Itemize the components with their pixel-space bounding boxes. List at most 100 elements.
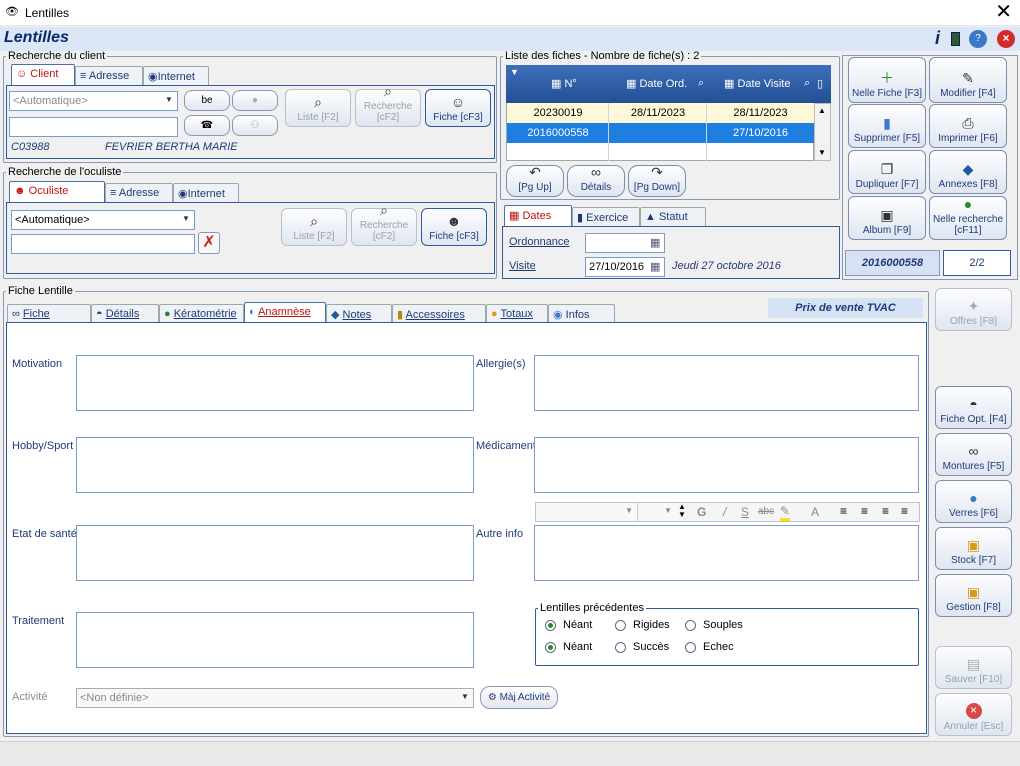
- tab-notes[interactable]: ◆ Notes: [326, 304, 392, 323]
- tab-fiche[interactable]: ∞ Fiche: [7, 304, 91, 323]
- column-number[interactable]: ▦ N°: [551, 77, 577, 90]
- id-card-button[interactable]: be: [184, 90, 230, 111]
- align-center-icon[interactable]: ≡: [861, 504, 868, 518]
- chevron-down-icon[interactable]: ▼: [459, 692, 471, 704]
- radio-type-soft[interactable]: Souples: [685, 619, 743, 631]
- details-button[interactable]: ∞ Détails: [567, 164, 625, 197]
- new-file-button[interactable]: ＋ Nelle Fiche [F3]: [848, 57, 926, 103]
- offers-button[interactable]: ✦ Offres [F8]: [935, 288, 1012, 331]
- stock-button[interactable]: ▣ Stock [F7]: [935, 527, 1012, 570]
- calendar-picker-icon[interactable]: ▦: [650, 236, 660, 249]
- tab-status[interactable]: ▲ Statut: [640, 207, 706, 226]
- other-info-textarea[interactable]: [534, 525, 919, 581]
- align-justify-icon[interactable]: ≡: [901, 504, 908, 518]
- highlight-icon[interactable]: ✎: [780, 504, 791, 521]
- calculator-icon[interactable]: [951, 32, 960, 46]
- phone-button[interactable]: ☎: [184, 115, 230, 136]
- tab-dates[interactable]: ▦ Dates: [504, 205, 572, 226]
- page-down-button[interactable]: ↷ [Pg Down]: [628, 164, 686, 197]
- font-color-button[interactable]: A: [811, 505, 819, 519]
- chevron-down-icon[interactable]: ▼: [625, 506, 633, 515]
- table-row-selected[interactable]: 2016000558 27/10/2016: [507, 123, 814, 143]
- tab-accessories[interactable]: ▮ Accessoires: [392, 304, 486, 323]
- tab-client[interactable]: ☺ Client: [11, 64, 75, 85]
- tab-internet[interactable]: ◉Internet: [143, 66, 209, 85]
- calendar-picker-icon[interactable]: ▦: [650, 260, 660, 273]
- sort-icon[interactable]: ▼: [510, 67, 519, 77]
- album-button[interactable]: ▣ Album [F9]: [848, 196, 926, 240]
- oculist-list-button[interactable]: ⌕ Liste [F2]: [281, 208, 347, 246]
- align-left-icon[interactable]: ≡: [840, 504, 847, 518]
- italic-button[interactable]: /: [723, 505, 726, 519]
- tab-anamnesis[interactable]: ◐ Anamnèse: [244, 302, 326, 323]
- column-date-ord[interactable]: ▦ Date Ord.: [626, 77, 687, 90]
- window-close-icon[interactable]: ✕: [995, 1, 1012, 23]
- font-size-combo[interactable]: ▼: [640, 503, 676, 521]
- oculist-search-combo[interactable]: <Automatique> ▼: [11, 210, 195, 230]
- clear-oculist-icon[interactable]: ✗: [198, 232, 220, 254]
- client-fiche-button[interactable]: ☺ Fiche [cF3]: [425, 89, 491, 127]
- scroll-up-icon[interactable]: ▲: [818, 106, 826, 115]
- radio-type-rigid[interactable]: Rigides: [615, 619, 670, 631]
- tab-oculist[interactable]: ☻ Oculiste: [9, 181, 105, 202]
- management-button[interactable]: ▣ Gestion [F8]: [935, 574, 1012, 617]
- size-stepper-icon[interactable]: ▲ ▼: [678, 503, 686, 519]
- oculist-fiche-button[interactable]: ☻ Fiche [cF3]: [421, 208, 487, 246]
- duplicate-button[interactable]: ❐ Dupliquer [F7]: [848, 150, 926, 194]
- search-icon[interactable]: ⌕: [804, 77, 810, 90]
- radio-result-failure[interactable]: Echec: [685, 641, 734, 653]
- client-search-input[interactable]: [9, 117, 178, 137]
- hobby-textarea[interactable]: [76, 437, 474, 493]
- delete-button[interactable]: ▮ Supprimer [F5]: [848, 104, 926, 148]
- font-name-combo[interactable]: ▼: [536, 503, 638, 521]
- allergies-textarea[interactable]: [534, 355, 919, 411]
- optical-fiche-button[interactable]: ◓ Fiche Opt. [F4]: [935, 386, 1012, 429]
- save-button[interactable]: ▤ Sauver [F10]: [935, 646, 1012, 689]
- oculist-search-input[interactable]: [11, 234, 195, 254]
- tab-totals[interactable]: ● Totaux: [486, 304, 548, 323]
- page-up-button[interactable]: ↶ [Pg Up]: [506, 164, 564, 197]
- info-icon[interactable]: i: [935, 28, 940, 49]
- table-row[interactable]: 20230019 28/11/2023 28/11/2023: [507, 103, 814, 123]
- strikethrough-button[interactable]: abc: [758, 506, 774, 517]
- motivation-textarea[interactable]: [76, 355, 474, 411]
- tab-keratometry[interactable]: ● Kératométrie: [159, 304, 244, 323]
- bold-button[interactable]: G: [697, 505, 706, 519]
- people-button[interactable]: ⚇: [232, 115, 278, 136]
- tab-address[interactable]: ≡ Adresse: [75, 66, 143, 85]
- scroll-down-icon[interactable]: ▼: [818, 148, 826, 157]
- chevron-down-icon[interactable]: ▼: [664, 506, 672, 515]
- cancel-button[interactable]: × Annuler [Esc]: [935, 693, 1012, 736]
- tab-oculist-internet[interactable]: ◉Internet: [173, 183, 239, 202]
- grid-scrollbar[interactable]: ▲ ▼: [814, 103, 831, 161]
- treatment-textarea[interactable]: [76, 612, 474, 668]
- update-activity-button[interactable]: ⚙ Màj Activité: [480, 686, 558, 709]
- annexes-button[interactable]: ◆ Annexes [F8]: [929, 150, 1007, 194]
- tab-infos[interactable]: ◉ Infos: [548, 304, 615, 323]
- pin-button[interactable]: ●: [232, 90, 278, 111]
- radio-result-none[interactable]: Néant: [545, 641, 592, 653]
- column-date-visite[interactable]: ▦ Date Visite: [724, 77, 790, 90]
- edit-button[interactable]: ✎ Modifier [F4]: [929, 57, 1007, 103]
- tab-details[interactable]: ◓ Détails: [91, 304, 159, 323]
- print-button[interactable]: ⎙ Imprimer [F6]: [929, 104, 1007, 148]
- frames-button[interactable]: ∞ Montures [F5]: [935, 433, 1012, 476]
- oculist-search-button[interactable]: ⌕ Recherche [cF2]: [351, 202, 417, 246]
- lenses-button[interactable]: ● Verres [F6]: [935, 480, 1012, 523]
- radio-type-none[interactable]: Néant: [545, 619, 592, 631]
- client-search-button[interactable]: ⌕ Recherche [cF2]: [355, 83, 421, 127]
- chevron-down-icon[interactable]: ▼: [180, 214, 192, 226]
- medication-textarea[interactable]: [534, 437, 919, 493]
- tab-exercise[interactable]: ▮ Exercice: [572, 207, 640, 226]
- radio-result-success[interactable]: Succès: [615, 641, 669, 653]
- health-textarea[interactable]: [76, 525, 474, 581]
- help-icon[interactable]: ?: [969, 30, 987, 48]
- grid-settings-icon[interactable]: ▯: [817, 77, 823, 90]
- chevron-down-icon[interactable]: ▼: [163, 95, 175, 107]
- align-right-icon[interactable]: ≡: [882, 504, 889, 518]
- search-icon[interactable]: ⌕: [698, 77, 704, 90]
- exit-icon[interactable]: ×: [997, 30, 1015, 48]
- new-search-button[interactable]: ● Nelle recherche [cF11]: [929, 196, 1007, 240]
- underline-button[interactable]: S: [741, 505, 749, 519]
- tab-oculist-address[interactable]: ≡ Adresse: [105, 183, 173, 202]
